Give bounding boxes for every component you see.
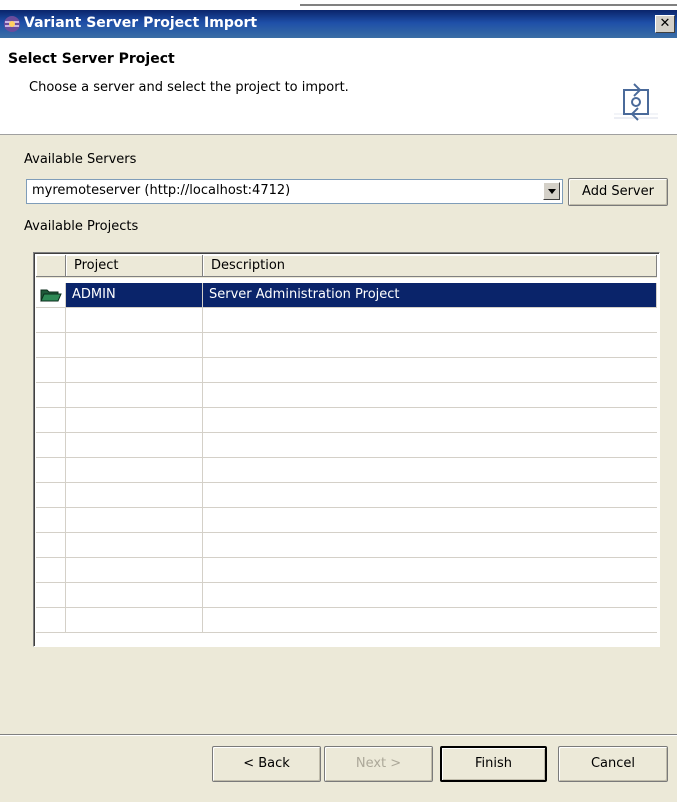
project-name-cell: ADMIN — [66, 283, 203, 307]
row-icon-cell — [36, 283, 66, 307]
title-bar[interactable]: Variant Server Project Import ✕ — [0, 10, 677, 38]
next-button[interactable]: Next > — [324, 746, 433, 782]
table-row — [36, 558, 657, 583]
close-button[interactable]: ✕ — [655, 15, 675, 33]
background-strip — [0, 0, 677, 10]
dialog-window: Variant Server Project Import ✕ Select S… — [0, 0, 677, 802]
table-row — [36, 333, 657, 358]
table-row — [36, 508, 657, 533]
import-wizard-icon — [614, 78, 658, 122]
projects-table[interactable]: Project Description ADMIN Server Adminis… — [33, 252, 660, 647]
table-row — [36, 433, 657, 458]
page-title: Select Server Project — [8, 51, 175, 67]
available-servers-label: Available Servers — [24, 152, 137, 167]
folder-open-icon — [40, 289, 62, 302]
cancel-button[interactable]: Cancel — [558, 746, 668, 782]
wizard-header: Select Server Project Choose a server an… — [0, 38, 677, 135]
server-select[interactable]: myremoteserver (http://localhost:4712) — [26, 179, 563, 204]
footer-separator — [0, 734, 677, 736]
table-row — [36, 383, 657, 408]
column-header-icon[interactable] — [36, 255, 66, 277]
window-title: Variant Server Project Import — [24, 15, 258, 31]
table-row — [36, 308, 657, 333]
table-row — [36, 583, 657, 608]
table-row — [36, 608, 657, 633]
column-header-project[interactable]: Project — [66, 255, 203, 277]
finish-button[interactable]: Finish — [440, 746, 547, 782]
table-row — [36, 533, 657, 558]
server-select-value: myremoteserver (http://localhost:4712) — [32, 183, 291, 198]
page-description: Choose a server and select the project t… — [29, 80, 349, 95]
table-header: Project Description — [36, 255, 657, 278]
project-description-cell: Server Administration Project — [203, 283, 657, 307]
add-server-button[interactable]: Add Server — [568, 178, 668, 206]
table-row[interactable]: ADMIN Server Administration Project — [36, 283, 657, 308]
available-projects-label: Available Projects — [24, 219, 139, 234]
column-header-description[interactable]: Description — [203, 255, 657, 277]
table-row — [36, 408, 657, 433]
back-button[interactable]: < Back — [212, 746, 321, 782]
table-row — [36, 358, 657, 383]
table-row — [36, 483, 657, 508]
table-row — [36, 458, 657, 483]
app-icon — [4, 16, 20, 32]
close-icon: ✕ — [659, 16, 671, 31]
chevron-down-icon[interactable] — [543, 182, 560, 200]
